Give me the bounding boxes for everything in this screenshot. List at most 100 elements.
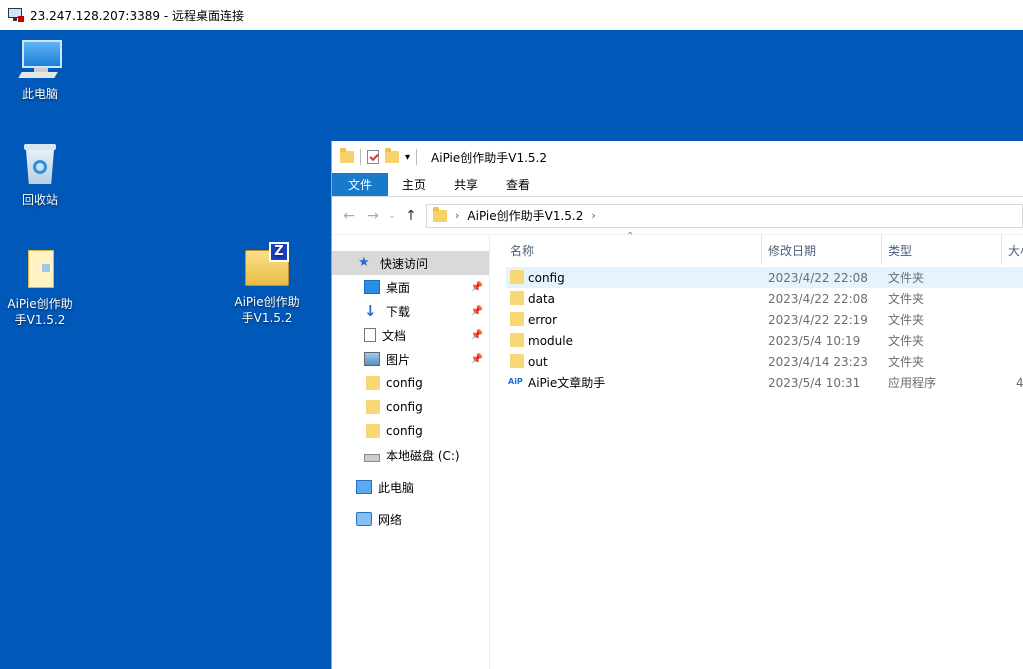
nav-item-config[interactable]: config (332, 395, 489, 419)
picture-icon (364, 352, 380, 366)
folder-icon (20, 246, 60, 290)
column-header-name[interactable]: 名称 (506, 235, 762, 265)
folder-icon (510, 354, 524, 368)
properties-icon[interactable] (367, 150, 379, 164)
file-type: 文件夹 (888, 355, 925, 369)
column-label: 修改日期 (768, 243, 817, 258)
file-date: 2023/5/4 10:31 (768, 375, 861, 390)
tab-view[interactable]: 查看 (492, 173, 544, 196)
nav-item-pictures[interactable]: 图片 📌 (332, 347, 489, 371)
file-explorer-window: ▾ AiPie创作助手V1.5.2 文件 主页 共享 查看 ← → ⌄ ↑ › … (331, 141, 1023, 669)
file-name: data (528, 291, 556, 306)
tab-share[interactable]: 共享 (440, 173, 492, 196)
file-name: config (528, 270, 565, 285)
nav-item-label: 此电脑 (378, 480, 415, 495)
folder-icon (366, 400, 380, 414)
quick-access-toolbar: ▾ AiPie创作助手V1.5.2 (332, 141, 1023, 173)
divider (416, 149, 418, 165)
window-title: AiPie创作助手V1.5.2 (431, 150, 548, 165)
new-folder-icon[interactable] (385, 148, 399, 163)
desktop-icon-label-line1: AiPie创作助 (234, 295, 300, 309)
ribbon-tabs: 文件 主页 共享 查看 (332, 173, 1023, 197)
file-name: out (528, 354, 548, 369)
file-size: 4 (1016, 375, 1023, 390)
nav-item-label: 本地磁盘 (C:) (386, 448, 460, 463)
forward-arrow-icon[interactable]: → (364, 208, 382, 224)
back-arrow-icon[interactable]: ← (340, 208, 358, 224)
up-arrow-icon[interactable]: ↑ (402, 208, 420, 224)
column-label: 大小 (1008, 243, 1023, 258)
column-label: 类型 (888, 243, 913, 258)
desktop-icon (364, 280, 380, 294)
folder-icon (340, 148, 354, 163)
rdp-window-title: 23.247.128.207:3389 - 远程桌面连接 (30, 8, 244, 23)
pin-icon[interactable]: 📌 (471, 282, 483, 293)
breadcrumb-item[interactable]: AiPie创作助手V1.5.2 (467, 207, 583, 224)
desktop-icon-label-line2: 手V1.5.2 (241, 311, 293, 325)
column-header-date[interactable]: 修改日期 (762, 235, 882, 265)
column-header-type[interactable]: 类型 (882, 235, 1002, 265)
folder-icon (510, 333, 524, 347)
nav-item-local-disk[interactable]: 本地磁盘 (C:) (332, 443, 489, 467)
zip-archive-icon: Z (243, 242, 291, 288)
nav-item-label: 网络 (378, 512, 403, 527)
nav-item-label: config (386, 376, 423, 390)
desktop-icon-this-pc[interactable]: 此电脑 (0, 40, 80, 102)
file-date: 2023/4/22 22:08 (768, 291, 868, 306)
file-date: 2023/4/14 23:23 (768, 354, 868, 369)
nav-item-documents[interactable]: 文档 📌 (332, 323, 489, 347)
computer-icon (18, 40, 62, 80)
nav-item-config[interactable]: config (332, 419, 489, 443)
drive-icon (364, 454, 380, 462)
tab-home[interactable]: 主页 (388, 173, 440, 196)
nav-item-network[interactable]: 网络 (332, 507, 489, 531)
document-icon (364, 328, 376, 342)
nav-item-label: 文档 (382, 328, 407, 343)
pin-icon[interactable]: 📌 (471, 330, 483, 341)
rdp-title-bar: 23.247.128.207:3389 - 远程桌面连接 (0, 0, 1023, 30)
file-name: error (528, 312, 558, 327)
nav-item-desktop[interactable]: 桌面 📌 (332, 275, 489, 299)
file-name: AiPie文章助手 (528, 376, 606, 390)
pin-icon[interactable]: 📌 (471, 306, 483, 317)
address-bar[interactable]: › AiPie创作助手V1.5.2 › (426, 203, 1023, 228)
folder-icon (510, 291, 524, 305)
table-row[interactable]: AiP AiPie文章助手 2023/5/4 10:31 应用程序 4 (506, 372, 1023, 393)
folder-icon (510, 312, 524, 326)
address-row: ← → ⌄ ↑ › AiPie创作助手V1.5.2 › (332, 197, 1023, 235)
table-row[interactable]: error 2023/4/22 22:19 文件夹 (506, 309, 1023, 330)
file-type: 应用程序 (888, 376, 937, 390)
desktop-icon-label-line1: AiPie创作助 (7, 297, 73, 311)
folder-icon (366, 424, 380, 438)
desktop-icon-aipie-folder[interactable]: AiPie创作助 手V1.5.2 (0, 246, 80, 328)
tab-file[interactable]: 文件 (332, 173, 389, 196)
chevron-right-icon[interactable]: › (591, 209, 595, 222)
computer-icon (356, 480, 372, 494)
nav-item-downloads[interactable]: ↓ 下载 📌 (332, 299, 489, 323)
recycle-bin-icon (20, 144, 60, 186)
nav-item-label: config (386, 424, 423, 438)
table-row[interactable]: config 2023/4/22 22:08 文件夹 (506, 267, 1023, 288)
column-header-size[interactable]: 大小 (1002, 235, 1023, 265)
navigation-pane: ★ 快速访问 桌面 📌 ↓ 下载 📌 文档 📌 图片 📌 config conf… (332, 235, 490, 669)
nav-item-label: 下载 (386, 304, 411, 319)
table-row[interactable]: out 2023/4/14 23:23 文件夹 (506, 351, 1023, 372)
file-type: 文件夹 (888, 292, 925, 306)
chevron-right-icon[interactable]: › (455, 209, 459, 222)
nav-item-config[interactable]: config (332, 371, 489, 395)
pin-icon[interactable]: 📌 (471, 354, 483, 365)
nav-item-this-pc[interactable]: 此电脑 (332, 475, 489, 499)
table-row[interactable]: data 2023/4/22 22:08 文件夹 (506, 288, 1023, 309)
desktop-icon-recycle-bin[interactable]: 回收站 (0, 144, 80, 208)
network-icon (356, 512, 372, 526)
app-icon: AiP (508, 377, 523, 386)
nav-item-quick-access[interactable]: ★ 快速访问 (332, 251, 489, 275)
nav-item-label: 图片 (386, 352, 411, 367)
customize-toolbar-icon[interactable]: ▾ (405, 152, 410, 163)
desktop-icon-aipie-zip[interactable]: Z AiPie创作助 手V1.5.2 (227, 242, 307, 326)
nav-item-label: 快速访问 (380, 256, 429, 271)
file-type: 文件夹 (888, 334, 925, 348)
recent-locations-icon[interactable]: ⌄ (388, 211, 396, 221)
table-row[interactable]: module 2023/5/4 10:19 文件夹 (506, 330, 1023, 351)
file-date: 2023/4/22 22:19 (768, 312, 868, 327)
